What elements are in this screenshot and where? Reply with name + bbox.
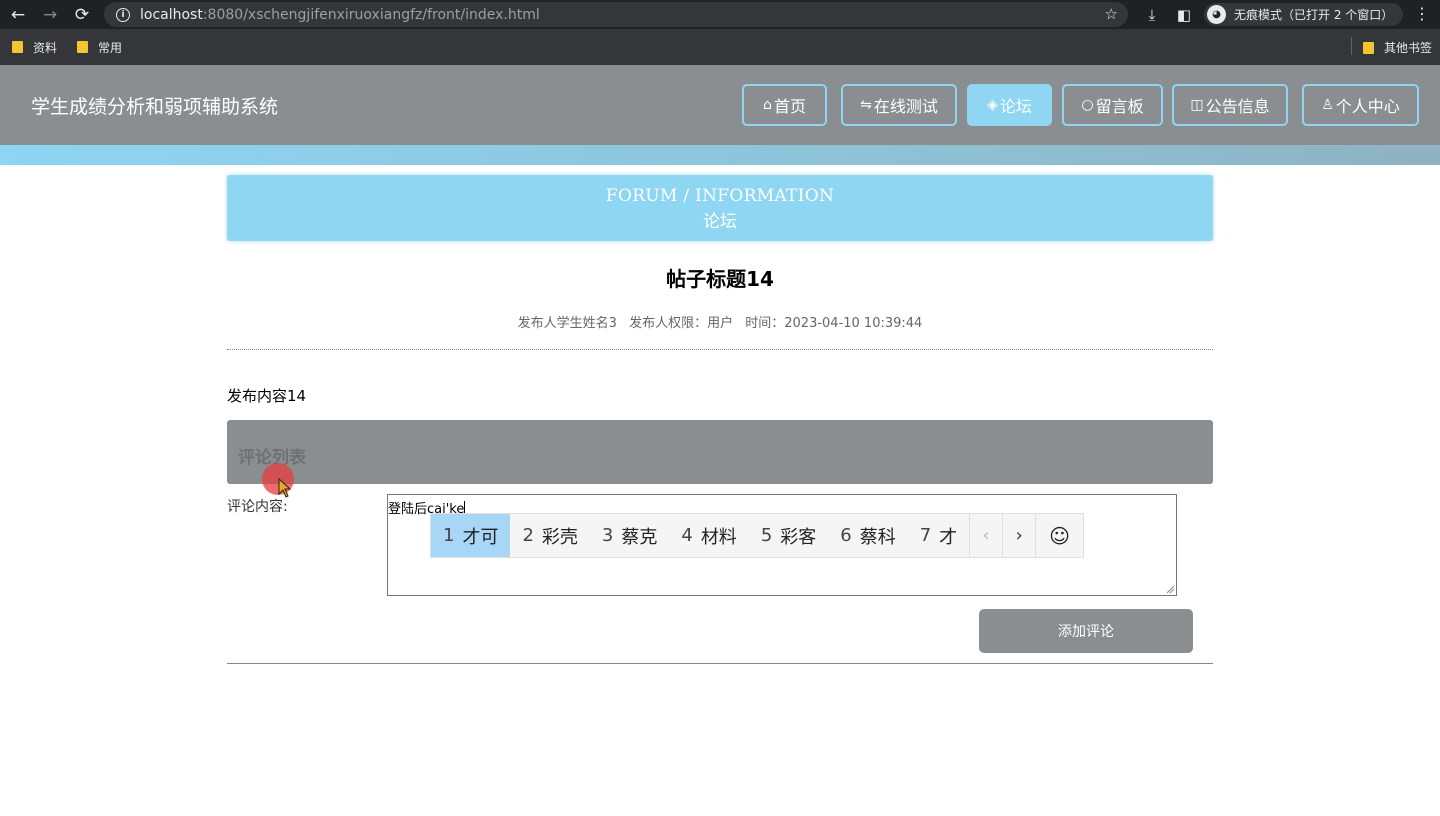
candidate-number: 1 xyxy=(443,525,455,546)
ime-candidate[interactable]: 3 蔡克 xyxy=(590,514,669,557)
incognito-icon: ◕ xyxy=(1207,5,1226,24)
banner-title-en: FORUM / INFORMATION xyxy=(605,186,835,206)
notice-icon: ◫ xyxy=(1190,97,1204,113)
divider xyxy=(227,349,1213,350)
ime-candidate-window: 1 才可 2 彩壳 3 蔡克 4 材料 5 彩客 6 蔡科 7才 ‹ › ☺ xyxy=(430,513,1084,558)
forward-icon[interactable]: → xyxy=(34,0,66,29)
bookmarks-bar: 资料 常用 其他书签 xyxy=(0,29,1440,65)
bookmark-star-icon[interactable]: ☆ xyxy=(1105,5,1118,23)
side-panel-icon[interactable]: ◧ xyxy=(1168,6,1200,24)
post-title: 帖子标题14 xyxy=(666,267,774,291)
post-meta: 发布人学生姓名3 发布人权限：用户 时间：2023-04-10 10:39:44 xyxy=(227,312,1213,331)
ime-candidate[interactable]: 2 彩壳 xyxy=(510,514,589,557)
nav-online-test[interactable]: ⇋ 在线测试 xyxy=(841,84,957,126)
ime-prev-page-icon[interactable]: ‹ xyxy=(969,514,1002,557)
bookmark-label: 常用 xyxy=(98,40,123,55)
candidate-text: 蔡科 xyxy=(859,526,896,548)
candidate-text: 彩客 xyxy=(780,526,817,548)
user-icon: ♙ xyxy=(1321,97,1334,113)
chat-icon: ○ xyxy=(1081,97,1094,113)
candidate-text: 彩壳 xyxy=(541,526,578,548)
divider xyxy=(227,663,1213,664)
bookmark-folder-ziliao[interactable]: 资料 xyxy=(12,39,57,56)
nav-label: 个人中心 xyxy=(1335,97,1400,116)
folder-icon xyxy=(1362,41,1374,54)
candidate-number: 4 xyxy=(681,525,693,546)
candidate-text: 才 xyxy=(939,526,958,548)
candidate-number: 6 xyxy=(840,525,852,546)
layers-icon: ◈ xyxy=(987,97,998,113)
ime-candidate[interactable]: 4 材料 xyxy=(669,514,748,557)
nav-label: 论坛 xyxy=(999,97,1032,116)
nav-user-center[interactable]: ♙ 个人中心 xyxy=(1302,84,1419,126)
incognito-label: 无痕模式（已打开 2 个窗口） xyxy=(1234,8,1394,22)
incognito-badge[interactable]: ◕ 无痕模式（已打开 2 个窗口） xyxy=(1204,3,1404,26)
post-author: 发布人学生姓名3 xyxy=(517,316,617,331)
comment-label: 评论内容: xyxy=(227,499,288,515)
ime-candidate[interactable]: 6 蔡科 xyxy=(828,514,907,557)
candidate-text: 才可 xyxy=(462,526,499,548)
back-icon[interactable]: ← xyxy=(2,0,34,29)
ime-emoji-icon[interactable]: ☺ xyxy=(1035,514,1083,557)
banner-title-cn: 论坛 xyxy=(703,212,737,232)
comment-list-header: 评论列表 xyxy=(227,420,1213,484)
resize-grip-icon[interactable] xyxy=(1166,585,1175,594)
post-role: 发布人权限：用户 xyxy=(629,316,734,331)
sliders-icon: ⇋ xyxy=(860,97,872,113)
candidate-text: 蔡克 xyxy=(621,526,658,548)
candidate-number: 7 xyxy=(919,525,932,546)
site-title: 学生成绩分析和弱项辅助系统 xyxy=(31,96,279,118)
nav-label: 在线测试 xyxy=(873,97,938,116)
nav-label: 留言板 xyxy=(1095,97,1144,116)
post-time: 时间：2023-04-10 10:39:44 xyxy=(745,316,923,331)
folder-icon xyxy=(77,41,89,53)
url-host: localhost xyxy=(140,6,203,23)
header-stripe xyxy=(0,145,1440,165)
other-bookmarks[interactable]: 其他书签 xyxy=(1362,39,1432,56)
nav-message-board[interactable]: ○ 留言板 xyxy=(1062,84,1163,126)
folder-icon xyxy=(12,41,23,53)
info-icon[interactable]: i xyxy=(116,7,130,22)
ime-candidate[interactable]: 1 才可 xyxy=(431,514,511,557)
candidate-number: 5 xyxy=(760,525,773,546)
reload-icon[interactable]: ⟳ xyxy=(66,0,98,29)
nav-notice[interactable]: ◫ 公告信息 xyxy=(1172,84,1288,126)
ime-candidate[interactable]: 7才 xyxy=(908,514,969,557)
candidate-number: 2 xyxy=(522,525,534,546)
other-bookmarks-label: 其他书签 xyxy=(1383,41,1432,55)
ime-next-page-icon[interactable]: › xyxy=(1002,514,1035,557)
post-content: 发布内容14 xyxy=(227,387,307,405)
bookmark-folder-changyong[interactable]: 常用 xyxy=(77,39,122,56)
nav-forum[interactable]: ◈ 论坛 xyxy=(967,84,1052,126)
download-icon[interactable]: ⤓ xyxy=(1136,6,1168,24)
candidate-text: 材料 xyxy=(700,526,737,548)
address-bar[interactable]: i localhost:8080/xschengjifenxiruoxiangf… xyxy=(104,2,1128,27)
home-icon: ⌂ xyxy=(763,97,772,113)
section-banner: FORUM / INFORMATION 论坛 xyxy=(227,175,1213,241)
ime-candidate[interactable]: 5 彩客 xyxy=(749,514,828,557)
browser-menu-icon[interactable]: ⋮ xyxy=(1414,4,1430,23)
add-comment-button[interactable]: 添加评论 xyxy=(979,609,1193,653)
nav-label: 首页 xyxy=(773,97,806,116)
candidate-number: 3 xyxy=(601,525,614,546)
site-header: 学生成绩分析和弱项辅助系统 ⌂ 首页 ⇋ 在线测试 ◈ 论坛 ○ 留言板 ◫ 公告信息 ♙… xyxy=(0,65,1440,145)
browser-toolbar: ← → ⟳ i localhost:8080/xschengjifenxiruo… xyxy=(0,0,1440,29)
url-path: :8080/xschengjifenxiruoxiangfz/front/ind… xyxy=(202,6,540,23)
nav-label: 公告信息 xyxy=(1205,97,1270,116)
bookmarks-separator xyxy=(1351,37,1352,55)
bookmark-label: 资料 xyxy=(33,40,58,55)
nav-home[interactable]: ⌂ 首页 xyxy=(742,84,827,126)
